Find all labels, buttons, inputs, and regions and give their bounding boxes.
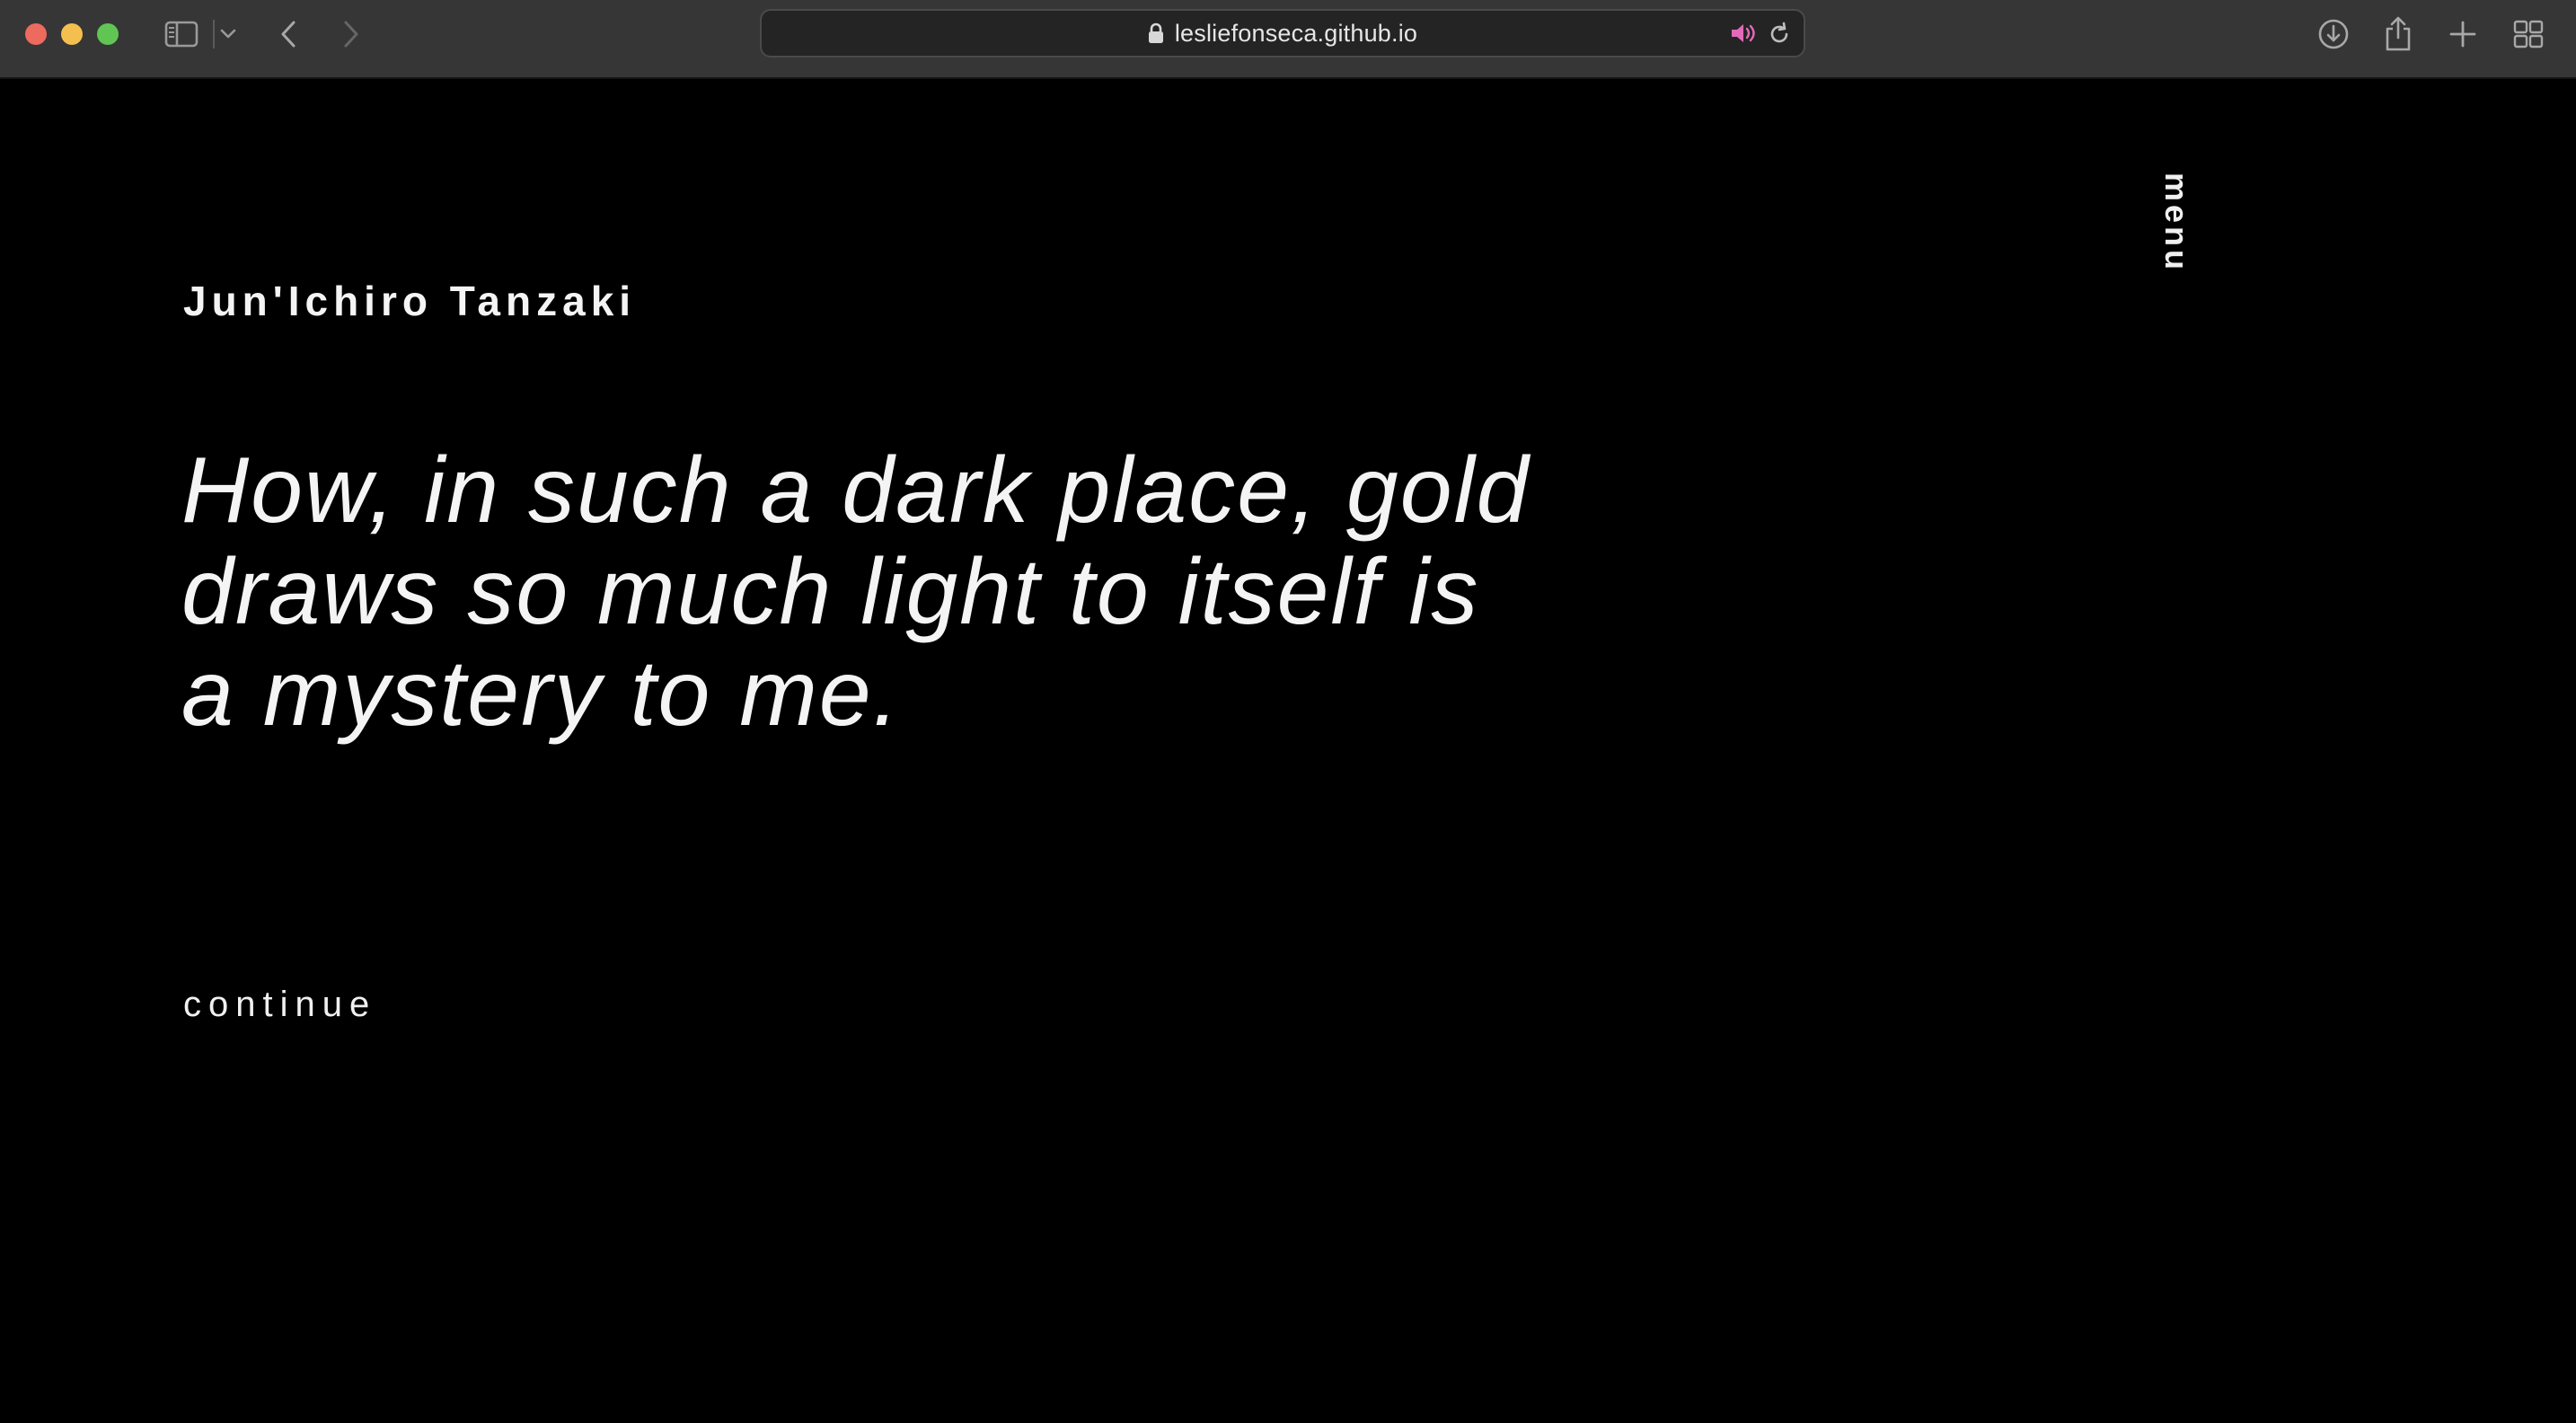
toolbar-divider — [212, 16, 216, 52]
plus-icon[interactable] — [2447, 16, 2479, 52]
page-content: Jun'Ichiro Tanzaki How, in such a dark p… — [0, 81, 2576, 1423]
minimize-window-button[interactable] — [61, 23, 83, 45]
speaker-icon[interactable] — [1730, 22, 1757, 49]
lock-icon — [1148, 22, 1164, 44]
back-arrow-icon[interactable] — [275, 16, 302, 52]
url-text: lesliefonseca.github.io — [1174, 19, 1418, 47]
address-bar[interactable]: lesliefonseca.github.io — [760, 9, 1805, 57]
sidebar-icon[interactable] — [162, 16, 201, 52]
chevron-down-icon[interactable] — [217, 16, 239, 52]
menu-button[interactable]: menu — [2136, 160, 2217, 286]
quote-line: a mystery to me. — [181, 641, 901, 746]
close-window-button[interactable] — [25, 23, 47, 45]
download-icon[interactable] — [2316, 16, 2351, 52]
menu-label: menu — [2158, 172, 2196, 274]
quote-line: draws so much light to itself is — [181, 540, 1480, 644]
browser-window: lesliefonseca.github.io Jun'Ichiro Tanza… — [0, 0, 2576, 1423]
quote-text: How, in such a dark place, gold draws so… — [181, 440, 1708, 745]
browser-toolbar: lesliefonseca.github.io — [0, 0, 2576, 79]
quote-line: How, in such a dark place, gold — [181, 438, 1531, 543]
reload-icon[interactable] — [1768, 22, 1791, 50]
forward-arrow-icon[interactable] — [338, 16, 365, 52]
continue-link[interactable]: continue — [183, 985, 376, 1025]
grid-icon[interactable] — [2511, 16, 2545, 52]
quote-author: Jun'Ichiro Tanzaki — [183, 278, 637, 324]
share-icon[interactable] — [2382, 16, 2414, 52]
zoom-window-button[interactable] — [97, 23, 119, 45]
